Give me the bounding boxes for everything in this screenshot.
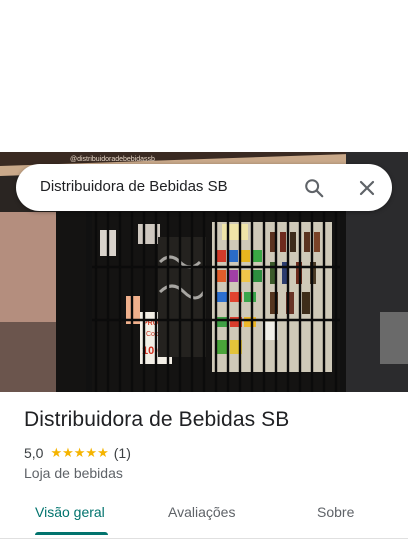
search-icon[interactable] bbox=[303, 177, 325, 199]
place-title: Distribuidora de Bebidas SB bbox=[24, 408, 290, 431]
review-count[interactable]: (1) bbox=[114, 445, 131, 461]
star-rating-icon: ★★★★★ bbox=[50, 445, 109, 460]
place-category[interactable]: Loja de bebidas bbox=[24, 465, 123, 481]
awning-handle: @distribuidoradebebidassb bbox=[70, 156, 155, 163]
close-icon[interactable] bbox=[357, 178, 377, 198]
rating-row[interactable]: 5,0 ★★★★★ (1) bbox=[24, 444, 131, 462]
divider bbox=[0, 538, 408, 539]
active-tab-indicator bbox=[35, 532, 108, 535]
tab-overview[interactable]: Visão geral bbox=[35, 504, 105, 520]
search-input[interactable]: Distribuidora de Bebidas SB bbox=[40, 178, 228, 195]
tab-about[interactable]: Sobre bbox=[317, 504, 354, 520]
tab-reviews[interactable]: Avaliações bbox=[168, 504, 235, 520]
rating-value: 5,0 bbox=[24, 445, 44, 461]
blank-area bbox=[0, 0, 408, 152]
tab-bar: Visão geral Avaliações Sobre bbox=[0, 496, 408, 536]
search-bar[interactable]: Distribuidora de Bebidas SB bbox=[16, 164, 392, 211]
